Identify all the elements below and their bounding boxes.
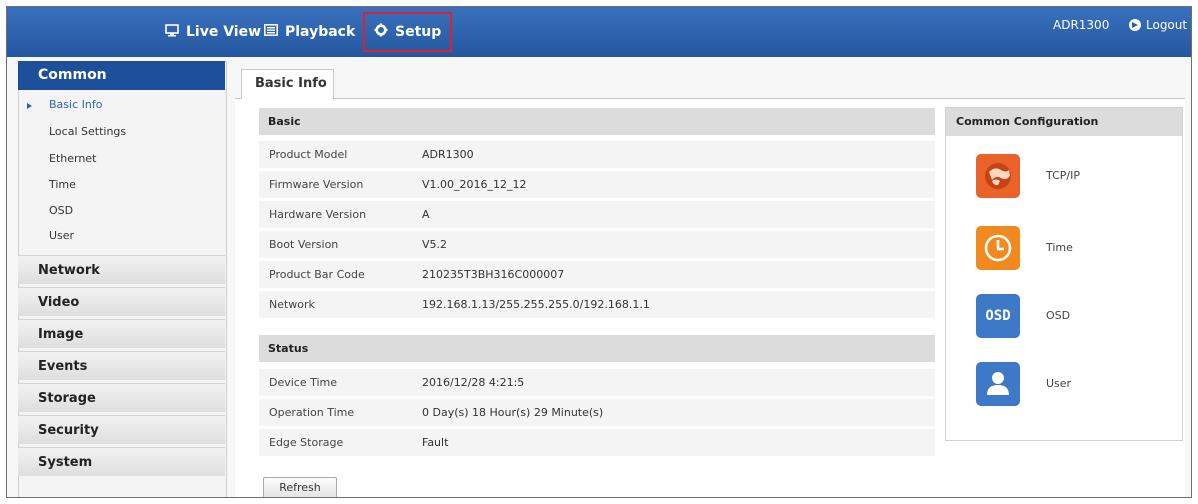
- info-row-network: Network 192.168.1.13/255.255.255.0/192.1…: [259, 291, 935, 318]
- row-value: 210235T3BH316C000007: [422, 268, 565, 281]
- row-label: Product Bar Code: [269, 268, 365, 281]
- sidebar-category-security[interactable]: Security: [18, 415, 225, 444]
- row-label: Network: [269, 298, 315, 311]
- sidebar-category-events[interactable]: Events: [18, 351, 225, 380]
- sidebar-category-system[interactable]: System: [18, 447, 225, 476]
- sidebar-item-osd[interactable]: OSD: [49, 204, 73, 217]
- sidebar-category-network[interactable]: Network: [18, 255, 225, 284]
- info-row-product-bar-code: Product Bar Code 210235T3BH316C000007: [259, 261, 935, 288]
- row-value: 0 Day(s) 18 Hour(s) 29 Minute(s): [422, 406, 604, 419]
- common-configuration-panel: Common Configuration TCP/IP Time OSD OSD…: [945, 107, 1183, 441]
- shortcut-osd[interactable]: OSD OSD: [976, 294, 1156, 338]
- info-row-boot-version: Boot Version V5.2: [259, 231, 935, 258]
- row-value: V5.2: [422, 238, 448, 251]
- device-name: ADR1300: [1053, 18, 1110, 32]
- row-label: Edge Storage: [269, 436, 344, 449]
- tab-basic-info[interactable]: Basic Info: [241, 69, 334, 99]
- nav-live-view-label: Live View: [186, 24, 262, 40]
- shortcut-user[interactable]: User: [976, 362, 1156, 406]
- row-value: V1.00_2016_12_12: [422, 178, 527, 191]
- sidebar-section-common[interactable]: Common: [18, 61, 225, 90]
- row-label: Product Model: [269, 148, 348, 161]
- shortcut-label: User: [1046, 377, 1072, 390]
- row-value: Fault: [422, 436, 449, 449]
- nav-playback-label: Playback: [285, 24, 356, 40]
- shortcut-time[interactable]: Time: [976, 226, 1156, 270]
- nav-setup[interactable]: Setup: [363, 12, 453, 52]
- row-value: 192.168.1.13/255.255.255.0/192.168.1.1: [422, 298, 650, 311]
- sidebar-category-image[interactable]: Image: [18, 319, 225, 348]
- status-row-edge-storage: Edge Storage Fault: [259, 429, 935, 456]
- nav-setup-label: Setup: [395, 24, 442, 40]
- sidebar-category-video[interactable]: Video: [18, 287, 225, 316]
- status-row-device-time: Device Time 2016/12/28 4:21:5: [259, 369, 935, 396]
- network-icon[interactable]: [976, 154, 1020, 198]
- nav-playback[interactable]: Playback: [264, 7, 355, 57]
- monitor-icon: [165, 23, 179, 41]
- sidebar-item-basic-info[interactable]: Basic Info: [49, 98, 102, 111]
- film-icon: [264, 24, 278, 40]
- shortcut-tcpip[interactable]: TCP/IP: [976, 154, 1156, 198]
- info-row-product-model: Product Model ADR1300: [259, 141, 935, 168]
- row-label: Operation Time: [269, 406, 355, 419]
- sidebar-item-time[interactable]: Time: [49, 178, 76, 191]
- logout-icon: [1129, 19, 1141, 31]
- info-row-hardware-version: Hardware Version A: [259, 201, 935, 228]
- status-section-header: Status: [259, 335, 935, 362]
- shortcut-label: TCP/IP: [1046, 169, 1080, 182]
- app-frame: Live View Playback Setup ADR1300 Logout …: [6, 6, 1192, 498]
- osd-icon[interactable]: OSD: [976, 294, 1020, 338]
- active-arrow-icon: [27, 103, 32, 109]
- row-value: A: [422, 208, 430, 221]
- nav-live-view[interactable]: Live View: [165, 7, 261, 57]
- shortcut-label: Time: [1046, 241, 1073, 254]
- row-value: ADR1300: [422, 148, 474, 161]
- top-nav-bar: Live View Playback Setup ADR1300 Logout: [7, 7, 1191, 57]
- sidebar-item-ethernet[interactable]: Ethernet: [49, 152, 96, 165]
- row-label: Hardware Version: [269, 208, 367, 221]
- status-row-operation-time: Operation Time 0 Day(s) 18 Hour(s) 29 Mi…: [259, 399, 935, 426]
- shortcut-label: OSD: [1046, 309, 1071, 322]
- basic-section-header: Basic: [259, 108, 935, 135]
- user-icon[interactable]: [976, 362, 1020, 406]
- refresh-button[interactable]: Refresh: [263, 477, 337, 497]
- row-label: Firmware Version: [269, 178, 364, 191]
- row-value: 2016/12/28 4:21:5: [422, 376, 525, 389]
- common-configuration-header: Common Configuration: [946, 108, 1182, 136]
- sidebar-item-user[interactable]: User: [49, 229, 74, 242]
- gear-icon: [374, 23, 388, 41]
- row-label: Boot Version: [269, 238, 339, 251]
- row-label: Device Time: [269, 376, 338, 389]
- sidebar-item-local-settings[interactable]: Local Settings: [49, 125, 126, 138]
- clock-icon[interactable]: [976, 226, 1020, 270]
- sidebar-category-storage[interactable]: Storage: [18, 383, 225, 412]
- logout-button[interactable]: Logout: [1129, 7, 1187, 43]
- logout-label: Logout: [1146, 18, 1188, 32]
- info-row-firmware-version: Firmware Version V1.00_2016_12_12: [259, 171, 935, 198]
